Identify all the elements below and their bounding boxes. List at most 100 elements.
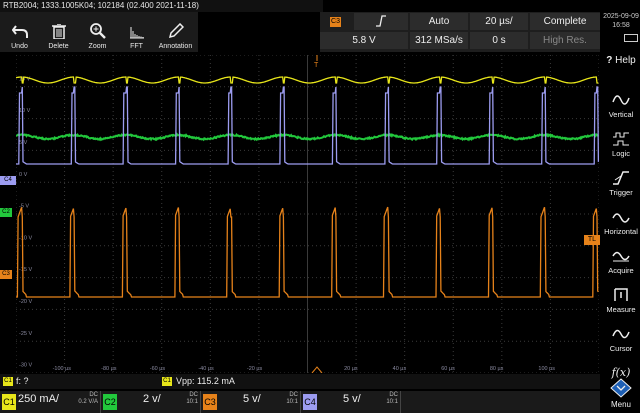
channel-c2[interactable]: C2 2 v/ DC 10:1 bbox=[101, 391, 201, 413]
fft-icon bbox=[129, 25, 145, 39]
measurement-2[interactable]: Vpp: 115.2 mA bbox=[176, 374, 235, 389]
trigger-pos-label: T bbox=[314, 62, 319, 69]
x-axis-label: 40 µs bbox=[393, 366, 407, 372]
trigger-level[interactable]: 5.8 V bbox=[320, 32, 408, 49]
sidebar-item-math[interactable]: f(x) bbox=[602, 353, 640, 379]
channel-c2-dc: DC bbox=[186, 392, 198, 399]
sidebar-label-vertical: Vertical bbox=[609, 110, 634, 119]
acquisition-mode[interactable]: High Res. bbox=[530, 32, 600, 49]
sidebar-item-cursor[interactable]: Cursor bbox=[602, 314, 640, 353]
x-axis-label: -20 µs bbox=[247, 366, 263, 372]
channel-c3-probe: 10:1 bbox=[286, 399, 298, 406]
undo-icon bbox=[12, 25, 28, 39]
title-bar: RTB2004; 1333.1005K04; 102184 (02.400 20… bbox=[0, 0, 323, 12]
channel-c2-coupling: DC 10:1 bbox=[186, 392, 198, 406]
trigger-level-marker[interactable]: TL bbox=[584, 235, 600, 245]
zoom-icon bbox=[90, 23, 106, 39]
sidebar-item-horizontal[interactable]: Horizontal bbox=[602, 197, 640, 236]
y-axis-label: -30 V bbox=[19, 363, 32, 369]
channel-c1-dc: DC bbox=[78, 392, 98, 399]
ch3-marker[interactable]: C3 bbox=[0, 270, 12, 279]
x-axis-label: -100 µs bbox=[53, 366, 72, 372]
sidebar-label-horizontal: Horizontal bbox=[604, 227, 638, 236]
channel-c3-tag: C3 bbox=[203, 394, 217, 410]
trigger-position-marker[interactable]: T bbox=[314, 55, 319, 69]
measure-icon bbox=[612, 288, 630, 302]
y-axis-label: -15 V bbox=[19, 267, 32, 273]
ch4-marker[interactable]: C4 bbox=[0, 176, 16, 185]
clock: 2025-09-09 16:58 bbox=[602, 12, 640, 34]
annotation-button[interactable]: Annotation bbox=[156, 12, 195, 52]
channel-c4-probe: 10:1 bbox=[386, 399, 398, 406]
trigger-mode[interactable]: Auto bbox=[410, 13, 468, 30]
trash-icon bbox=[52, 24, 66, 39]
channel-c1-probe: 0.2 V/A bbox=[78, 399, 98, 406]
fft-label: FFT bbox=[130, 43, 143, 50]
measurement-bar: C1 f: ? C1 Vpp: 115.2 mA bbox=[0, 374, 600, 389]
acquire-icon bbox=[612, 249, 630, 263]
channel-c3[interactable]: C3 5 v/ DC 10:1 bbox=[201, 391, 301, 413]
sidebar-item-logic[interactable]: Logic bbox=[602, 119, 640, 158]
channel-c1[interactable]: C1 250 mA/ DC 0.2 V/A bbox=[0, 391, 101, 413]
sidebar: Vertical Logic Trigger Horizontal Acquir… bbox=[602, 80, 640, 379]
horizontal-wave-icon bbox=[612, 210, 630, 224]
ch2-marker[interactable]: C2 bbox=[0, 208, 12, 217]
time-origin-marker[interactable] bbox=[312, 367, 322, 373]
measurement-1[interactable]: f: ? bbox=[16, 374, 29, 389]
sidebar-label-acquire: Acquire bbox=[608, 266, 633, 275]
time: 16:58 bbox=[602, 21, 640, 30]
measurement-2-source[interactable]: C1 bbox=[162, 377, 172, 386]
sidebar-label-cursor: Cursor bbox=[610, 344, 633, 353]
y-axis-label: -20 V bbox=[19, 299, 32, 305]
x-axis-label: 100 µs bbox=[538, 366, 555, 372]
channel-c1-scale: 250 mA/ bbox=[18, 393, 59, 405]
menu-button[interactable]: Menu bbox=[602, 378, 640, 413]
delete-button[interactable]: Delete bbox=[39, 12, 78, 52]
channel-c2-probe: 10:1 bbox=[186, 399, 198, 406]
pencil-icon bbox=[168, 23, 184, 39]
trigger-source-badge[interactable]: C3 bbox=[330, 17, 341, 27]
sidebar-label-measure: Measure bbox=[606, 305, 635, 314]
trigger-slope[interactable] bbox=[354, 13, 408, 30]
date: 2025-09-09 bbox=[602, 12, 640, 21]
channel-c4-tag: C4 bbox=[303, 394, 317, 410]
undo-button[interactable]: Undo bbox=[0, 12, 39, 52]
vertical-wave-icon bbox=[612, 93, 630, 107]
delete-label: Delete bbox=[48, 43, 68, 50]
sidebar-label-trigger: Trigger bbox=[609, 188, 632, 197]
annotation-label: Annotation bbox=[159, 43, 192, 50]
x-axis-label: 80 µs bbox=[490, 366, 504, 372]
acquisition-panel: C3 Auto 20 µs/ Complete 5.8 V 312 MSa/s … bbox=[320, 12, 600, 52]
sidebar-item-vertical[interactable]: Vertical bbox=[602, 80, 640, 119]
help-button[interactable]: ? Help bbox=[602, 55, 640, 66]
y-axis-label: -10 V bbox=[19, 235, 32, 241]
channel-c1-coupling: DC 0.2 V/A bbox=[78, 392, 98, 406]
y-axis-label: 10 V bbox=[19, 108, 31, 114]
sample-rate: 312 MSa/s bbox=[410, 32, 468, 49]
menu-label: Menu bbox=[602, 400, 640, 409]
zoom-button[interactable]: Zoom bbox=[78, 12, 117, 52]
trigger-icon bbox=[612, 171, 630, 185]
y-axis-label: 0 V bbox=[19, 172, 28, 178]
sidebar-item-measure[interactable]: Measure bbox=[602, 275, 640, 314]
x-axis-label: 20 µs bbox=[344, 366, 358, 372]
y-axis-label: -25 V bbox=[19, 331, 32, 337]
x-axis-label: -60 µs bbox=[150, 366, 166, 372]
channel-c3-dc: DC bbox=[286, 392, 298, 399]
channel-bar: C1 250 mA/ DC 0.2 V/A C2 2 v/ DC 10:1 C3 5… bbox=[0, 391, 600, 413]
sidebar-item-trigger[interactable]: Trigger bbox=[602, 158, 640, 197]
graticule bbox=[16, 55, 599, 373]
fft-button[interactable]: FFT bbox=[117, 12, 156, 52]
channel-c4[interactable]: C4 5 v/ DC 10:1 bbox=[301, 391, 401, 413]
waveform-display[interactable]: 15 V10 V5 V0 V-5 V-10 V-15 V-20 V-25 V-3… bbox=[16, 55, 599, 373]
axis-labels: 15 V10 V5 V0 V-5 V-10 V-15 V-20 V-25 V-3… bbox=[19, 76, 555, 372]
horizontal-position[interactable]: 0 s bbox=[470, 32, 528, 49]
channel-c3-coupling: DC 10:1 bbox=[286, 392, 298, 406]
measurement-1-source[interactable]: C1 bbox=[3, 377, 13, 386]
time-scale[interactable]: 20 µs/ bbox=[470, 13, 528, 30]
channel-c4-scale: 5 v/ bbox=[343, 393, 361, 405]
cursor-icon bbox=[612, 327, 630, 341]
acquisition-status: Complete bbox=[530, 13, 600, 30]
logic-icon bbox=[612, 132, 630, 146]
sidebar-item-acquire[interactable]: Acquire bbox=[602, 236, 640, 275]
